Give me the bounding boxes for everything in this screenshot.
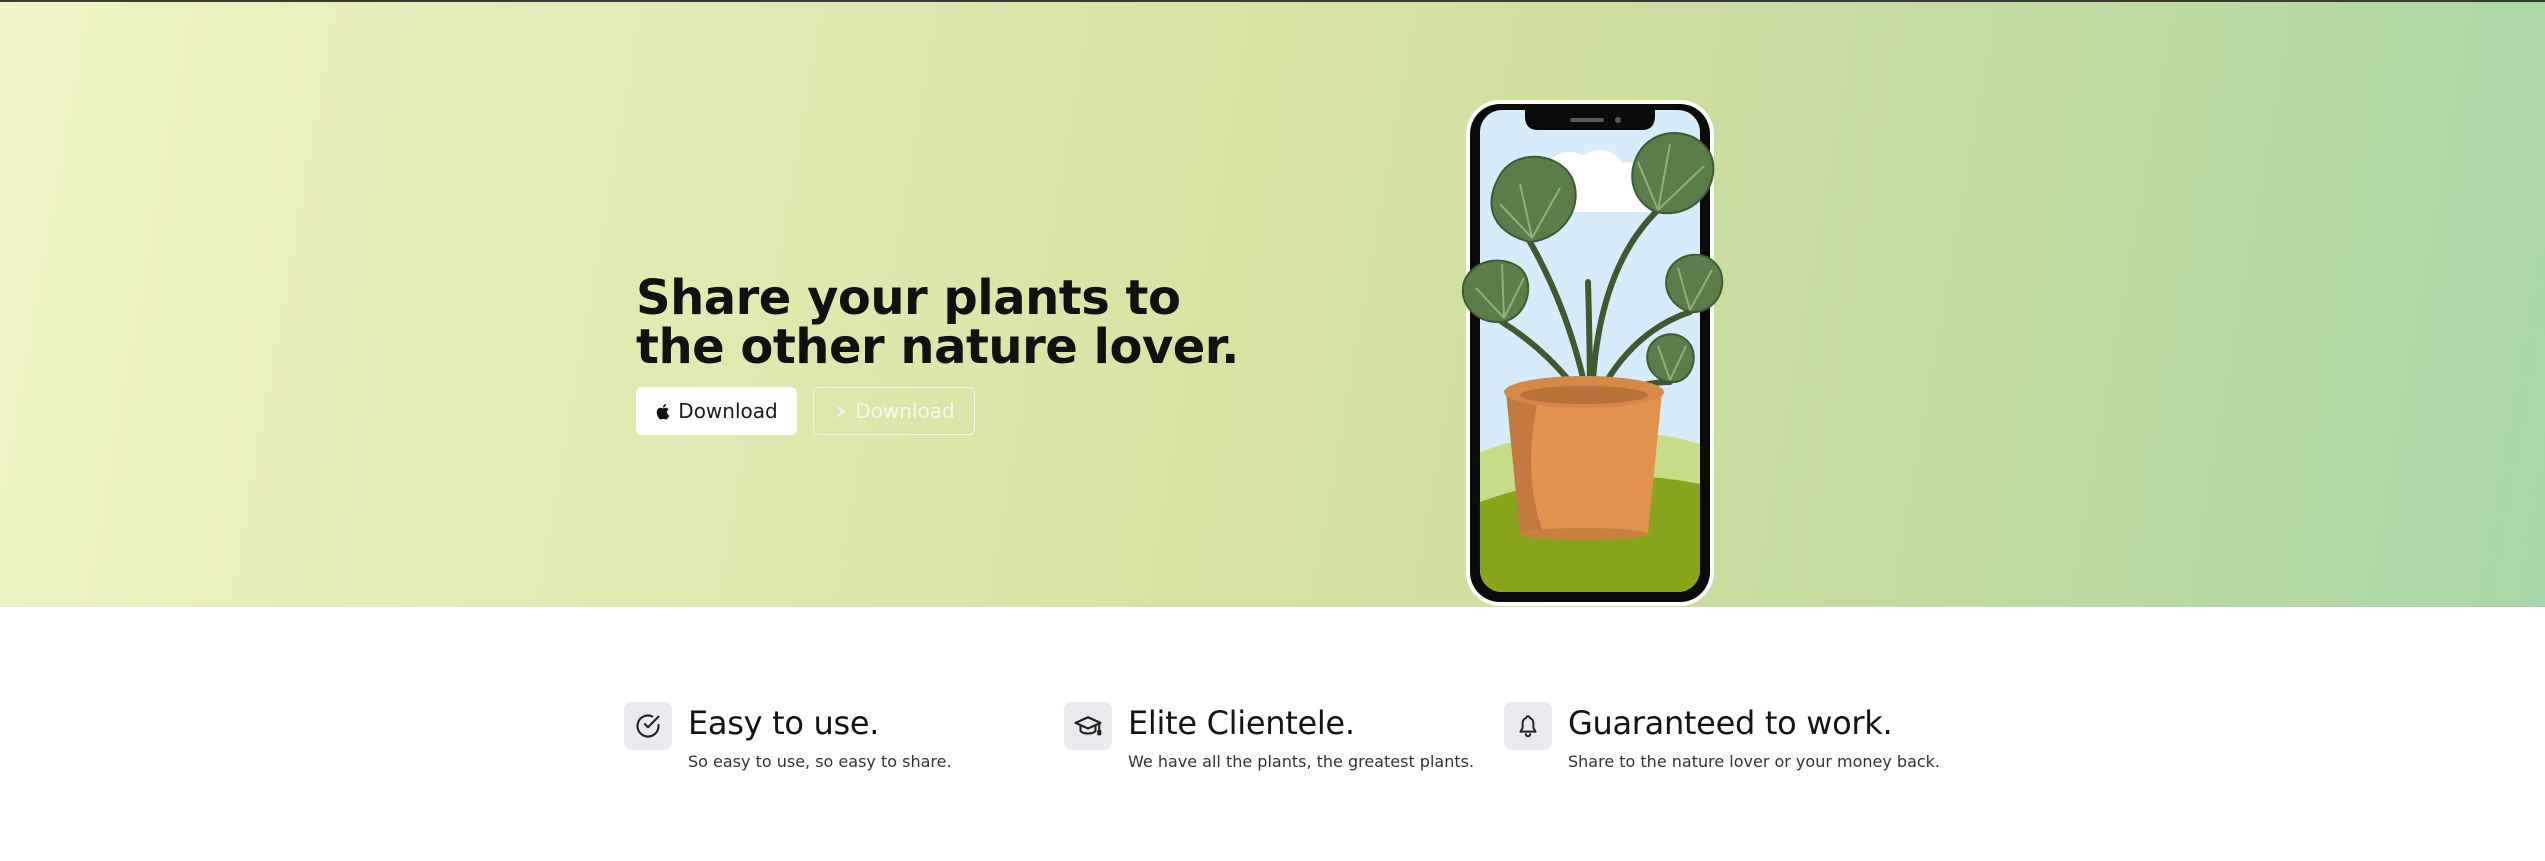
check-circle-icon xyxy=(624,702,672,750)
feature-description: We have all the plants, the greatest pla… xyxy=(1128,752,1475,771)
graduation-cap-icon xyxy=(1064,702,1112,750)
play-store-download-button[interactable]: Download xyxy=(813,387,975,435)
phone-plant-illustration xyxy=(1461,100,1724,606)
feature-description: Share to the nature lover or your money … xyxy=(1568,752,1941,771)
play-store-download-label: Download xyxy=(855,399,955,423)
feature-title: Elite Clientele. xyxy=(1128,704,1355,742)
apple-icon xyxy=(655,403,670,420)
download-buttons: Download Download xyxy=(636,387,975,435)
bell-icon xyxy=(1504,702,1552,750)
app-store-download-button[interactable]: Download xyxy=(636,387,797,435)
play-icon xyxy=(833,403,847,420)
feature-guaranteed: Guaranteed to work. Share to the nature … xyxy=(1504,700,1940,790)
app-store-download-label: Download xyxy=(678,399,778,423)
feature-elite-clientele: Elite Clientele. We have all the plants,… xyxy=(1064,700,1484,790)
feature-description: So easy to use, so easy to share. xyxy=(688,752,952,771)
feature-easy-to-use: Easy to use. So easy to use, so easy to … xyxy=(624,700,1044,790)
hero-title: Share your plants to the other nature lo… xyxy=(636,270,1239,375)
hero-section: Share your plants to the other nature lo… xyxy=(0,2,2545,607)
feature-title: Guaranteed to work. xyxy=(1568,704,1893,742)
hero-text: Share your plants to the other nature lo… xyxy=(636,274,1256,372)
features-section: Easy to use. So easy to use, so easy to … xyxy=(0,700,2545,800)
feature-title: Easy to use. xyxy=(688,704,880,742)
